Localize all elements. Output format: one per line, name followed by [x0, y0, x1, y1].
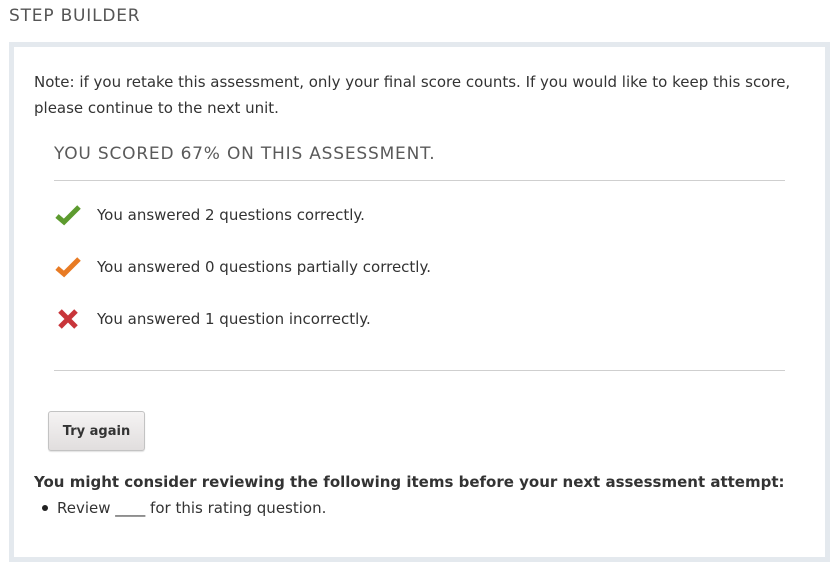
result-partial: You answered 0 questions partially corre…	[54, 252, 431, 282]
list-item: Review ____ for this rating question.	[42, 499, 326, 517]
retake-note: Note: if you retake this assessment, onl…	[34, 73, 791, 117]
result-partial-text: You answered 0 questions partially corre…	[97, 258, 431, 276]
score-heading: YOU SCORED 67% ON THIS ASSESSMENT.	[54, 144, 436, 164]
checkmark-icon	[54, 201, 82, 229]
result-incorrect: You answered 1 question incorrectly.	[54, 304, 371, 334]
checkmark-icon	[54, 253, 82, 281]
result-correct: You answered 2 questions correctly.	[54, 200, 365, 230]
result-correct-text: You answered 2 questions correctly.	[97, 206, 365, 224]
review-item-text: Review ____ for this rating question.	[57, 499, 327, 517]
try-again-button[interactable]: Try again	[48, 411, 145, 451]
result-incorrect-text: You answered 1 question incorrectly.	[97, 310, 371, 328]
review-heading: You might consider reviewing the followi…	[34, 473, 785, 491]
cross-icon	[54, 305, 82, 333]
bullet-icon	[42, 505, 48, 511]
assessment-panel: Note: if you retake this assessment, onl…	[9, 42, 830, 562]
block-title: STEP BUILDER	[9, 6, 141, 26]
divider-top	[54, 180, 785, 181]
review-list: Review ____ for this rating question.	[42, 499, 326, 517]
divider-bottom	[54, 370, 785, 371]
